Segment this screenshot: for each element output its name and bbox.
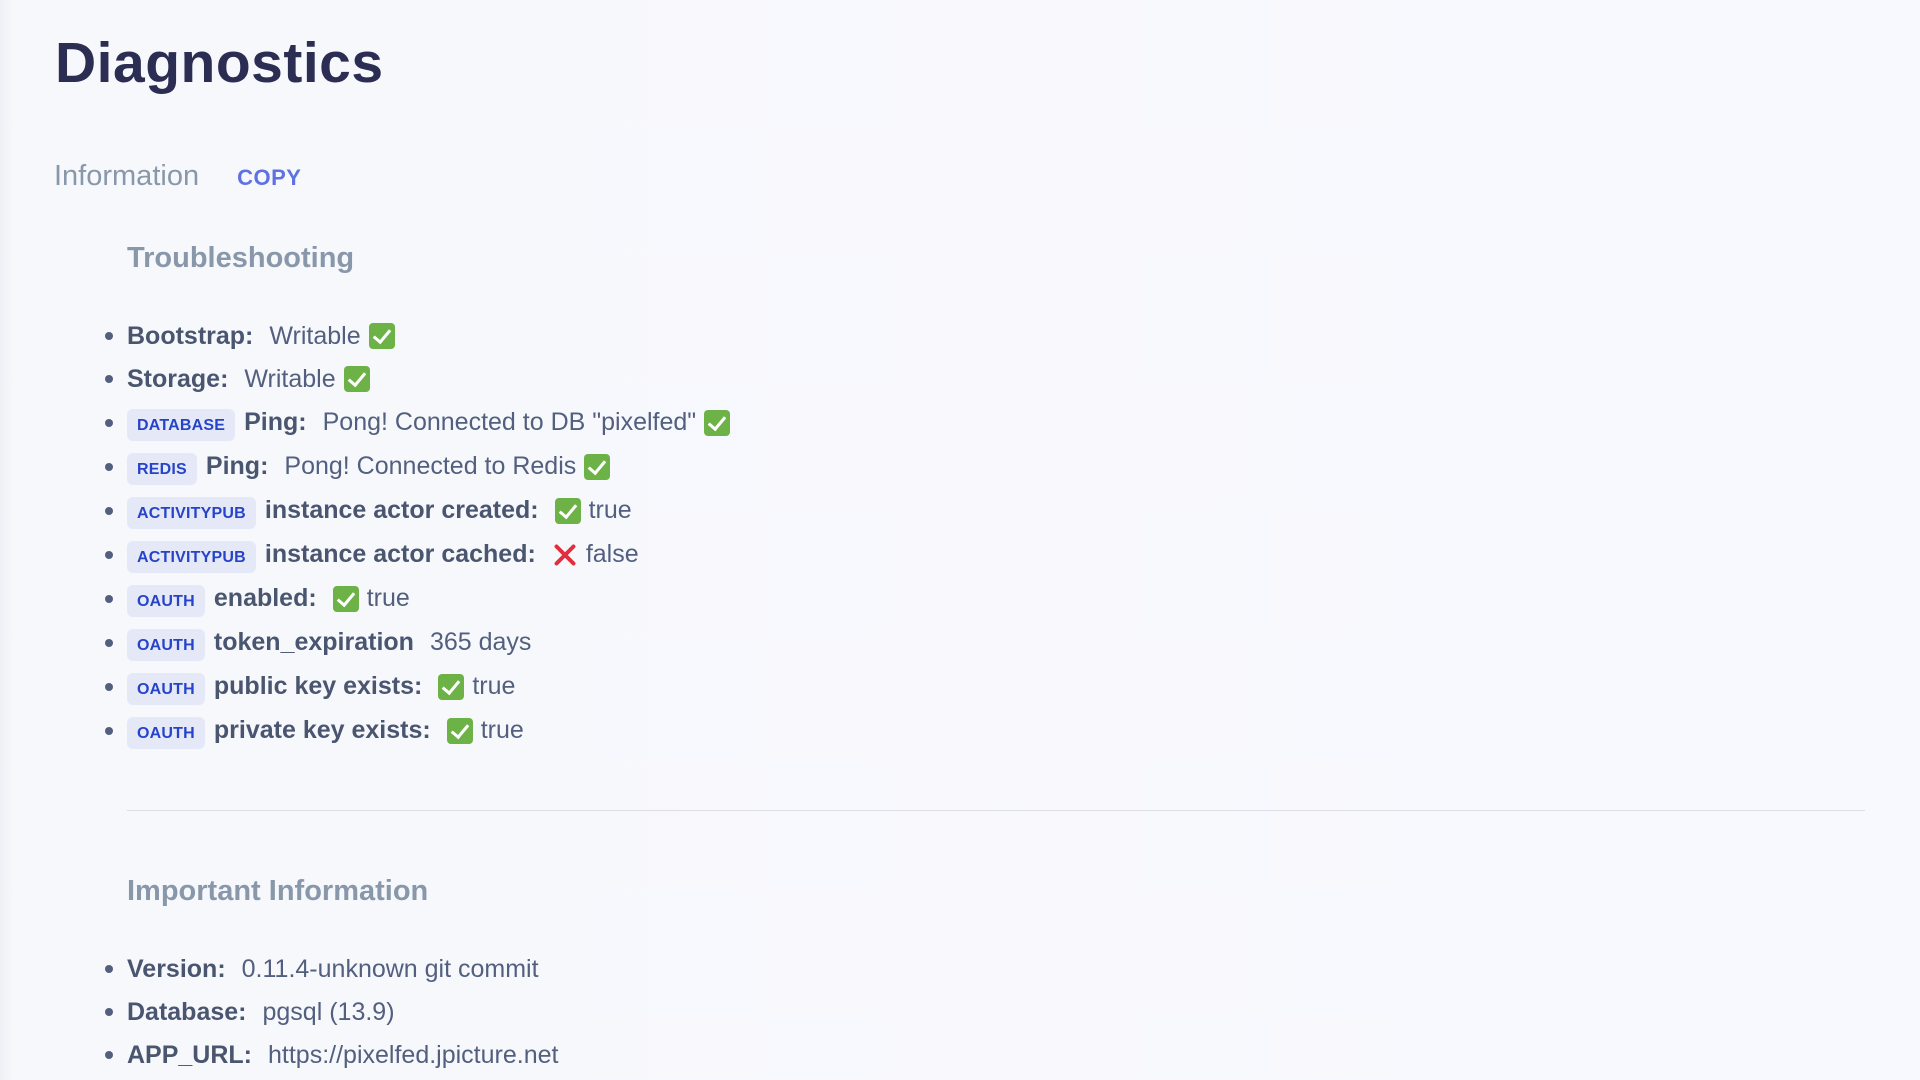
item-value: 365 days xyxy=(429,628,532,656)
bullet xyxy=(105,1051,113,1059)
item-value: pgsql (13.9) xyxy=(262,997,395,1026)
category-badge: OAUTH xyxy=(127,672,205,705)
important-info-list: Version: 0.11.4-unknown git commit Datab… xyxy=(105,951,1865,1073)
troubleshooting-list: Bootstrap: Writable Storage: Writable DA… xyxy=(105,318,1865,749)
check-icon xyxy=(438,673,465,700)
information-header: Information COPY xyxy=(54,160,301,193)
list-item-oauth-public-key: OAUTH public key exists: true xyxy=(105,668,1865,705)
bullet xyxy=(105,462,113,471)
bullet xyxy=(105,332,113,340)
check-icon xyxy=(446,717,473,744)
item-key: Storage: xyxy=(127,364,229,393)
bullet xyxy=(105,418,113,427)
list-item-actor-created: ACTIVITYPUB instance actor created: true xyxy=(105,492,1865,529)
list-item-version: Version: 0.11.4-unknown git commit xyxy=(105,951,1865,987)
bullet xyxy=(105,375,113,383)
list-item-oauth-token-expiration: OAUTH token_expiration 365 days xyxy=(105,624,1865,661)
bullet xyxy=(105,638,113,647)
item-value: Pong! Connected to DB "pixelfed" xyxy=(322,408,697,436)
item-value: Pong! Connected to Redis xyxy=(284,452,577,480)
troubleshooting-title: Troubleshooting xyxy=(127,242,355,274)
item-key: public key exists: xyxy=(213,672,423,700)
copy-button[interactable]: COPY xyxy=(237,165,301,191)
item-value: Writable xyxy=(244,364,336,393)
item-value: false xyxy=(585,540,639,568)
list-item-oauth-private-key: OAUTH private key exists: true xyxy=(105,712,1865,749)
category-badge: OAUTH xyxy=(127,584,205,617)
list-item-actor-cached: ACTIVITYPUB instance actor cached: false xyxy=(105,536,1865,573)
section-divider xyxy=(127,810,1865,811)
item-key: Ping: xyxy=(205,452,269,480)
bullet xyxy=(105,1008,113,1016)
bullet xyxy=(105,594,113,603)
diagnostics-page: Diagnostics Information COPY Troubleshoo… xyxy=(0,0,1920,1080)
category-badge: ACTIVITYPUB xyxy=(127,540,256,573)
list-item-app-url: APP_URL: https://pixelfed.jpicture.net xyxy=(105,1037,1865,1073)
bullet xyxy=(105,506,113,515)
item-key: token_expiration xyxy=(213,628,414,656)
item-value: true xyxy=(588,496,632,524)
list-item-redis-ping: REDIS Ping: Pong! Connected to Redis xyxy=(105,448,1865,485)
check-icon xyxy=(332,585,359,612)
category-badge: REDIS xyxy=(127,452,197,485)
bullet xyxy=(105,550,113,559)
check-icon xyxy=(343,366,370,392)
important-info-title: Important Information xyxy=(127,875,429,907)
cross-icon xyxy=(552,542,578,568)
item-value: true xyxy=(366,584,410,612)
item-key: enabled: xyxy=(213,584,317,612)
troubleshooting-section: Troubleshooting xyxy=(127,242,1865,275)
item-value: Writable xyxy=(269,321,361,350)
item-value: https://pixelfed.jpicture.net xyxy=(268,1040,559,1069)
information-label: Information xyxy=(54,160,200,192)
check-icon xyxy=(704,409,731,436)
item-key: private key exists: xyxy=(213,716,431,744)
item-value: 0.11.4-unknown git commit xyxy=(241,954,539,983)
item-value: true xyxy=(480,716,524,744)
item-key: Version: xyxy=(127,954,226,983)
category-badge: DATABASE xyxy=(127,408,236,441)
category-badge: ACTIVITYPUB xyxy=(127,496,256,529)
page-title: Diagnostics xyxy=(55,31,384,95)
item-value: true xyxy=(472,672,516,700)
check-icon xyxy=(554,497,581,524)
important-info-list-wrap: Version: 0.11.4-unknown git commit Datab… xyxy=(105,951,1865,1073)
category-badge: OAUTH xyxy=(127,628,205,661)
list-item-oauth-enabled: OAUTH enabled: true xyxy=(105,580,1865,617)
bullet xyxy=(105,726,113,735)
item-key: instance actor created: xyxy=(264,496,539,524)
category-badge: OAUTH xyxy=(127,716,205,749)
check-icon xyxy=(584,453,611,480)
item-key: APP_URL: xyxy=(127,1040,253,1069)
bullet xyxy=(105,965,113,973)
check-icon xyxy=(368,323,395,349)
item-key: instance actor cached: xyxy=(264,540,536,568)
item-key: Database: xyxy=(127,997,247,1026)
list-item-storage: Storage: Writable xyxy=(105,361,1865,397)
list-item-database: Database: pgsql (13.9) xyxy=(105,994,1865,1030)
item-key: Bootstrap: xyxy=(127,321,254,350)
bullet xyxy=(105,682,113,691)
troubleshooting-list-wrap: Bootstrap: Writable Storage: Writable DA… xyxy=(105,318,1865,749)
list-item-bootstrap: Bootstrap: Writable xyxy=(105,318,1865,354)
item-key: Ping: xyxy=(244,408,307,436)
important-info-section: Important Information xyxy=(127,875,1865,908)
list-item-database-ping: DATABASE Ping: Pong! Connected to DB "pi… xyxy=(105,404,1865,441)
